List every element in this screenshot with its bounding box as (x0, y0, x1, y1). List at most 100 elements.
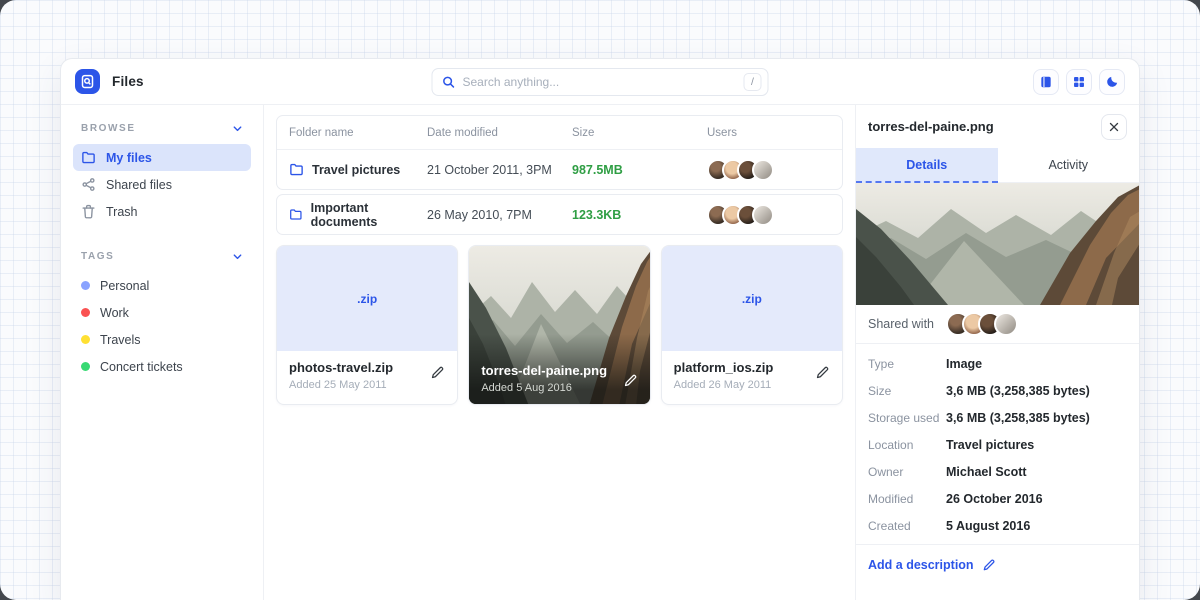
add-description-button[interactable]: Add a description (868, 558, 974, 572)
browse-section-title: BROWSE (81, 123, 136, 134)
tab-activity[interactable]: Activity (998, 148, 1140, 183)
file-added-date: Added 26 May 2011 (674, 379, 830, 391)
detail-label: Storage used (868, 411, 946, 425)
folder-name: Travel pictures (312, 163, 400, 177)
tag-color-dot (81, 281, 90, 290)
tag-label: Concert tickets (100, 360, 183, 374)
tag-item-personal[interactable]: Personal (73, 272, 251, 299)
table-row-important-documents[interactable]: Important documents 26 May 2010, 7PM 123… (277, 195, 842, 234)
detail-row-modified: Modified 26 October 2016 (868, 492, 1127, 506)
file-card-photos-travel-zip[interactable]: .zip photos-travel.zip Added 25 May 2011 (276, 245, 458, 405)
search-input[interactable] (463, 75, 744, 89)
chevron-down-icon[interactable] (232, 251, 243, 262)
rename-file-button[interactable] (623, 373, 638, 388)
file-cards-row: .zip photos-travel.zip Added 25 May 2011 (276, 245, 843, 405)
tags-section: TAGS Personal Work (73, 247, 251, 380)
detail-value: Travel pictures (946, 438, 1034, 452)
detail-row-storage-used: Storage used 3,6 MB (3,258,385 bytes) (868, 411, 1127, 425)
app-logo-icon[interactable] (75, 69, 100, 94)
trash-icon (81, 204, 96, 219)
tab-details[interactable]: Details (856, 148, 998, 183)
dark-mode-toggle[interactable] (1099, 69, 1125, 95)
search-shortcut-key: / (744, 73, 762, 91)
pencil-icon (623, 373, 638, 388)
tag-color-dot (81, 335, 90, 344)
pencil-icon (430, 365, 445, 380)
sidebar-item-my-files[interactable]: My files (73, 144, 251, 171)
sidebar-item-label: Shared files (106, 178, 172, 192)
bookmarks-button[interactable] (1033, 69, 1059, 95)
pencil-icon (815, 365, 830, 380)
detail-value: 5 August 2016 (946, 519, 1030, 533)
main-content: Folder name Date modified Size Users Tra… (264, 105, 855, 600)
panel-footer: Add a description (856, 544, 1139, 585)
file-name: platform_ios.zip (674, 360, 830, 375)
top-bar: Files / (61, 59, 1139, 105)
avatar (752, 159, 774, 181)
folder-icon (81, 150, 96, 165)
pencil-icon[interactable] (982, 558, 996, 572)
shared-with-row: Shared with (856, 305, 1139, 344)
sidebar: BROWSE My files Shared f (61, 105, 264, 600)
date-modified: 21 October 2011, 3PM (427, 163, 572, 177)
document-search-icon (80, 74, 95, 89)
column-header-users: Users (707, 127, 830, 139)
folder-size: 123.3KB (572, 208, 707, 222)
chevron-down-icon[interactable] (232, 123, 243, 134)
search-icon (442, 75, 456, 89)
folders-table: Folder name Date modified Size Users Tra… (276, 115, 843, 190)
file-name: torres-del-paine.png (481, 363, 607, 378)
detail-value: 3,6 MB (3,258,385 bytes) (946, 411, 1090, 425)
topbar-actions (1033, 69, 1125, 95)
zip-extension-label: .zip (742, 292, 762, 306)
rename-file-button[interactable] (815, 365, 830, 380)
folder-icon (289, 162, 304, 177)
file-added-date: Added 25 May 2011 (289, 379, 445, 391)
browse-section-header[interactable]: BROWSE (73, 119, 251, 144)
page-title: Files (112, 74, 144, 89)
avatar (994, 312, 1018, 336)
shared-with-label: Shared with (868, 317, 934, 331)
tag-color-dot (81, 362, 90, 371)
close-panel-button[interactable] (1101, 114, 1127, 140)
files-app-window: Files / (60, 58, 1140, 600)
file-card-platform-ios-zip[interactable]: .zip platform_ios.zip Added 26 May 2011 (661, 245, 843, 405)
users-avatar-group (707, 159, 830, 181)
share-icon (81, 177, 96, 192)
sidebar-item-trash[interactable]: Trash (73, 198, 251, 225)
sidebar-item-shared-files[interactable]: Shared files (73, 171, 251, 198)
detail-row-owner: Owner Michael Scott (868, 465, 1127, 479)
apps-grid-button[interactable] (1066, 69, 1092, 95)
zip-preview: .zip (662, 246, 842, 351)
table-row-travel-pictures[interactable]: Travel pictures 21 October 2011, 3PM 987… (277, 150, 842, 189)
grid-icon (1072, 75, 1086, 89)
zip-extension-label: .zip (357, 292, 377, 306)
shared-avatar-group[interactable] (946, 312, 1018, 336)
file-details-list: Type Image Size 3,6 MB (3,258,385 bytes)… (856, 344, 1139, 544)
detail-row-type: Type Image (868, 357, 1127, 371)
users-avatar-group (707, 204, 830, 226)
tags-section-header[interactable]: TAGS (73, 247, 251, 272)
detail-row-created: Created 5 August 2016 (868, 519, 1127, 533)
avatar (752, 204, 774, 226)
file-preview-image (856, 183, 1139, 305)
file-name: photos-travel.zip (289, 360, 445, 375)
desktop-background: Files / (0, 0, 1200, 600)
mountain-photo-large (856, 183, 1139, 305)
sidebar-item-label: Trash (106, 205, 138, 219)
sidebar-item-label: My files (106, 151, 152, 165)
tag-item-travels[interactable]: Travels (73, 326, 251, 353)
file-added-date: Added 5 Aug 2016 (481, 382, 607, 394)
moon-icon (1105, 75, 1119, 89)
tag-label: Travels (100, 333, 141, 347)
search-bar[interactable]: / (432, 68, 769, 96)
tag-item-work[interactable]: Work (73, 299, 251, 326)
tag-item-concert-tickets[interactable]: Concert tickets (73, 353, 251, 380)
file-card-torres-del-paine-png[interactable]: torres-del-paine.png Added 5 Aug 2016 (468, 245, 650, 405)
tag-color-dot (81, 308, 90, 317)
detail-row-location: Location Travel pictures (868, 438, 1127, 452)
tags-section-title: TAGS (81, 251, 114, 262)
rename-file-button[interactable] (430, 365, 445, 380)
detail-label: Size (868, 384, 946, 398)
tag-label: Work (100, 306, 129, 320)
